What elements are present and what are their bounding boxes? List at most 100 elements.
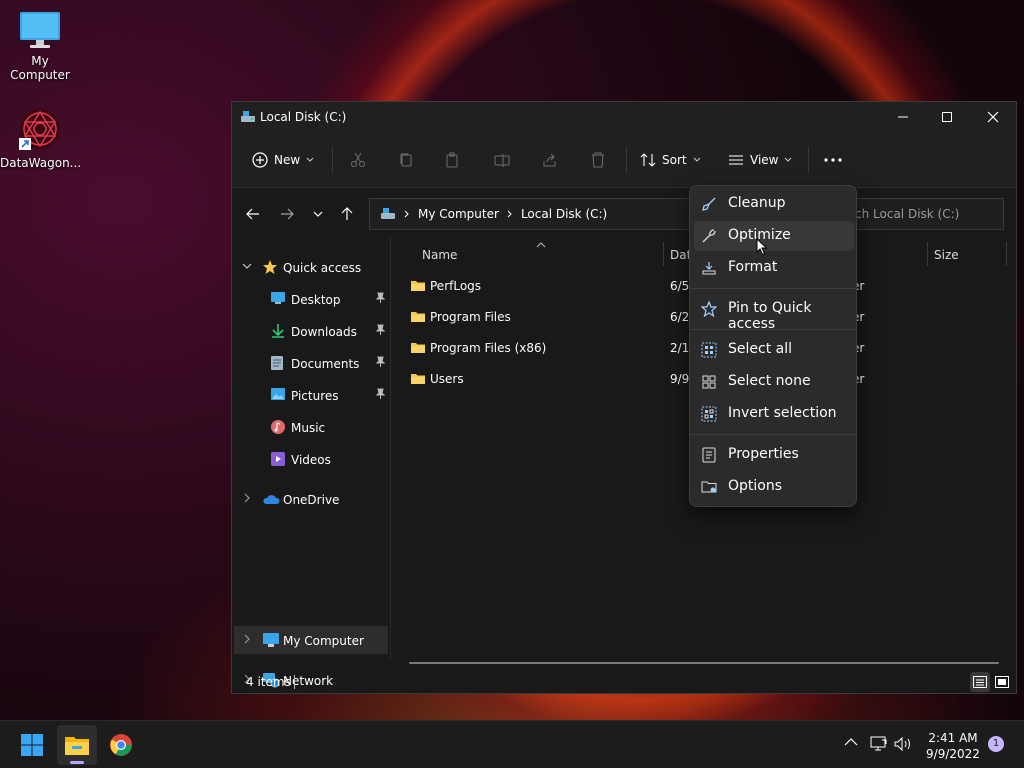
- copy-button[interactable]: [398, 146, 414, 174]
- breadcrumb-local-disk[interactable]: Local Disk (C:): [521, 207, 607, 221]
- sidebar-item-label: Downloads: [291, 325, 357, 339]
- title-bar[interactable]: Local Disk (C:): [232, 102, 1016, 132]
- menu-item-properties[interactable]: Properties: [694, 440, 854, 470]
- pane-splitter[interactable]: [390, 238, 391, 658]
- file-name: Program Files (x86): [430, 341, 547, 355]
- volume-icon[interactable]: [894, 736, 914, 752]
- datawagon-logo-icon: [19, 109, 60, 150]
- tiles-view-button[interactable]: [992, 672, 1012, 692]
- cloud-icon: [263, 495, 280, 504]
- breadcrumb-my-computer[interactable]: My Computer: [418, 207, 499, 221]
- column-divider[interactable]: [927, 242, 928, 266]
- details-view-button[interactable]: [970, 672, 990, 692]
- sidebar-item-documents[interactable]: Documents: [234, 349, 388, 377]
- menu-separator: [690, 434, 856, 435]
- menu-item-pin-to-quick-access[interactable]: Pin to Quick access: [694, 294, 854, 332]
- sort-button[interactable]: Sort: [640, 146, 701, 174]
- taskbar-chrome[interactable]: [101, 725, 141, 765]
- rename-button[interactable]: [494, 146, 510, 174]
- sidebar-item-label: Desktop: [291, 293, 341, 307]
- sort-arrows-icon: [640, 153, 656, 167]
- maximize-button[interactable]: [924, 102, 970, 132]
- notification-badge[interactable]: 1: [988, 736, 1004, 752]
- menu-item-cleanup[interactable]: Cleanup: [694, 189, 854, 219]
- forward-button[interactable]: [274, 202, 300, 226]
- close-button[interactable]: [970, 102, 1016, 132]
- document-icon: [271, 356, 283, 370]
- more-options-menu: Cleanup Optimize Format Pin to Quick acc…: [689, 185, 857, 507]
- sidebar-item-my-computer-row[interactable]: My Computer: [234, 626, 388, 654]
- broom-icon: [700, 195, 718, 213]
- trash-icon: [592, 152, 604, 168]
- drive-icon: [381, 208, 395, 219]
- sidebar-item-downloads[interactable]: Downloads: [234, 317, 388, 345]
- pin-icon: [375, 292, 386, 303]
- view-label: View: [750, 153, 779, 167]
- more-dots-icon: [824, 158, 842, 162]
- arrow-left-icon: [246, 208, 259, 220]
- sidebar-item-label: Music: [291, 421, 326, 435]
- recent-locations-button[interactable]: [305, 202, 331, 226]
- desktop-icon-my-computer[interactable]: My Computer: [0, 10, 80, 82]
- view-button[interactable]: View: [728, 146, 792, 174]
- sidebar-item-videos[interactable]: Videos: [234, 445, 388, 473]
- clock-time: 2:41 AM: [928, 731, 978, 745]
- horizontal-scrollbar[interactable]: [409, 662, 999, 664]
- properties-icon: [700, 446, 718, 464]
- sidebar-item-quick-access[interactable]: Quick access: [234, 253, 388, 281]
- search-box[interactable]: arch Local Disk (C:): [832, 198, 1004, 230]
- menu-item-format[interactable]: Format: [694, 253, 854, 283]
- network-status-icon[interactable]: [870, 736, 888, 752]
- toolbar-divider: [332, 148, 333, 172]
- delete-button[interactable]: [590, 146, 606, 174]
- start-button[interactable]: [12, 725, 52, 765]
- desktop-icon-datawagon[interactable]: DataWagon...: [0, 106, 82, 170]
- copy-icon: [400, 153, 412, 167]
- pin-icon: [375, 324, 386, 335]
- taskbar-clock[interactable]: 2:41 AM 9/9/2022: [918, 730, 988, 762]
- paste-button[interactable]: [444, 146, 460, 174]
- menu-item-label: Select none: [728, 373, 811, 389]
- address-row: My Computer Local Disk (C:) arch Local D…: [232, 188, 1016, 238]
- details-view-icon: [973, 676, 987, 688]
- plus-circle-icon: [252, 152, 268, 168]
- share-button[interactable]: [542, 146, 558, 174]
- menu-item-invert-selection[interactable]: Invert selection: [694, 399, 854, 429]
- command-bar: New Sort View: [232, 132, 1016, 188]
- music-icon: [271, 420, 285, 434]
- format-drive-icon: [700, 259, 718, 277]
- menu-item-label: Properties: [728, 446, 799, 462]
- star-icon: [263, 260, 277, 274]
- menu-item-options[interactable]: Options: [694, 472, 854, 502]
- menu-item-select-all[interactable]: Select all: [694, 335, 854, 365]
- cut-button[interactable]: [350, 146, 366, 174]
- menu-item-optimize[interactable]: Optimize: [694, 221, 854, 251]
- column-divider[interactable]: [663, 242, 664, 266]
- pin-icon: [375, 356, 386, 367]
- column-header-name[interactable]: Name: [422, 248, 457, 262]
- menu-item-select-none[interactable]: Select none: [694, 367, 854, 397]
- sort-label: Sort: [662, 153, 687, 167]
- column-divider[interactable]: [1006, 242, 1007, 266]
- sidebar-item-label: My Computer: [283, 634, 364, 648]
- taskbar-file-explorer[interactable]: [57, 725, 97, 765]
- menu-item-label: Options: [728, 478, 783, 494]
- taskbar: 2:41 AM 9/9/2022: [0, 720, 1024, 768]
- menu-separator: [690, 288, 856, 289]
- chevron-up-icon[interactable]: [844, 737, 858, 747]
- share-icon: [543, 153, 556, 167]
- back-button[interactable]: [240, 202, 266, 226]
- sidebar-item-music[interactable]: Music: [234, 413, 388, 441]
- desktop-icon-label: DataWagon...: [0, 156, 82, 170]
- file-name: PerfLogs: [430, 279, 482, 293]
- sidebar-item-onedrive[interactable]: OneDrive: [234, 485, 388, 513]
- sidebar-item-desktop[interactable]: Desktop: [234, 285, 388, 313]
- chevron-down-icon: [306, 157, 314, 162]
- more-options-button[interactable]: [824, 146, 842, 174]
- minimize-button[interactable]: [880, 102, 926, 132]
- column-header-size[interactable]: Size: [934, 248, 959, 262]
- up-button[interactable]: [334, 202, 360, 226]
- new-button[interactable]: New: [252, 146, 314, 174]
- sidebar-item-pictures[interactable]: Pictures: [234, 381, 388, 409]
- address-bar[interactable]: My Computer Local Disk (C:): [369, 198, 699, 230]
